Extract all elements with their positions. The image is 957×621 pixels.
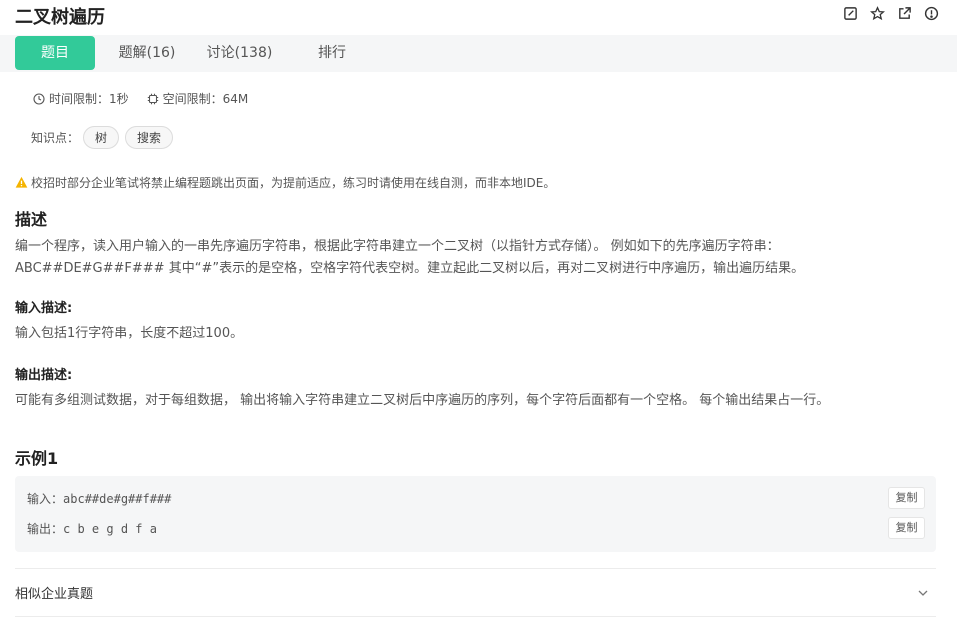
knowledge-label: 知识点： [31, 131, 80, 145]
tab-solutions[interactable]: 题解(16) [107, 35, 187, 71]
tag-chip[interactable]: 搜索 [125, 126, 174, 149]
output-desc-heading: 输出描述: [15, 368, 73, 383]
input-desc-heading: 输入描述: [15, 301, 73, 316]
warning-notice: 校招时部分企业笔试将禁止编程题跳出页面，为提前适应，练习时请使用在线自测，而非本… [15, 174, 555, 191]
example-input-label: 输入： [27, 492, 64, 506]
clock-icon [33, 92, 45, 105]
header-actions [843, 6, 939, 21]
example-box: 输入：abc##de#g##f### 复制 输出：c b e g d f a 复… [15, 476, 936, 552]
time-limit-text: 时间限制：1秒 [49, 92, 129, 106]
page-header: 二叉树遍历 [0, 0, 957, 34]
description-line-2: ABC##DE#G##F### 其中“#”表示的是空格，空格字符代表空树。建立起… [15, 261, 805, 276]
chip-icon [147, 93, 158, 104]
space-limit: 空间限制：64M [147, 90, 249, 107]
tab-bar: 题目 题解(16) 讨论(138) 排行 [0, 35, 957, 72]
output-desc-text: 可能有多组测试数据，对于每组数据， 输出将输入字符串建立二叉树后中序遍历的序列，… [15, 393, 830, 408]
chevron-down-icon[interactable] [917, 587, 929, 599]
warning-icon [15, 176, 28, 188]
tab-problem[interactable]: 题目 [15, 36, 95, 70]
tag-chip[interactable]: 树 [83, 126, 120, 149]
star-icon[interactable] [870, 6, 885, 21]
limits-row: 时间限制：1秒 空间限制：64M [33, 90, 266, 107]
info-icon[interactable] [924, 6, 939, 21]
divider [15, 616, 936, 617]
edit-icon[interactable] [843, 6, 858, 21]
tab-ranking[interactable]: 排行 [292, 35, 372, 71]
tab-discussion[interactable]: 讨论(138) [197, 35, 282, 71]
page-title: 二叉树遍历 [15, 7, 105, 28]
example-input-row: 输入：abc##de#g##f### [27, 490, 171, 507]
example-heading: 示例1 [15, 449, 59, 468]
example-output-value: c b e g d f a [63, 522, 157, 536]
description-heading: 描述 [15, 210, 48, 229]
description-line-1: 编一个程序，读入用户输入的一串先序遍历字符串，根据此字符串建立一个二叉树（以指针… [15, 239, 780, 254]
space-limit-text: 空间限制：64M [162, 92, 249, 106]
knowledge-points: 知识点： 树 搜索 [31, 126, 179, 149]
example-output-row: 输出：c b e g d f a [27, 520, 157, 537]
external-link-icon[interactable] [897, 6, 912, 21]
similar-questions-toggle[interactable]: 相似企业真题 [15, 583, 93, 602]
input-desc-text: 输入包括1行字符串，长度不超过100。 [15, 326, 244, 341]
example-input-value: abc##de#g##f### [63, 492, 172, 506]
copy-input-button[interactable]: 复制 [888, 487, 925, 509]
copy-output-button[interactable]: 复制 [888, 517, 925, 539]
example-output-label: 输出： [27, 522, 64, 536]
warning-text: 校招时部分企业笔试将禁止编程题跳出页面，为提前适应，练习时请使用在线自测，而非本… [31, 176, 556, 190]
time-limit: 时间限制：1秒 [33, 90, 129, 107]
divider [15, 568, 936, 569]
